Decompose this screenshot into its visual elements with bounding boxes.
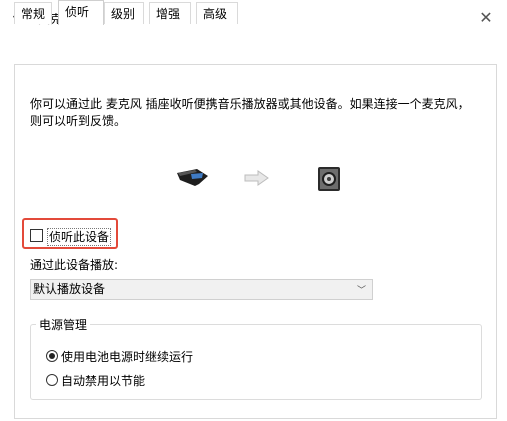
listen-checkbox[interactable]	[30, 229, 43, 242]
tab-label: 侦听	[65, 5, 90, 19]
radio-selected-dot	[49, 353, 55, 359]
tab-label: 高级	[203, 7, 228, 21]
tab-general[interactable]: 常规	[14, 2, 52, 24]
tab-label: 常规	[21, 7, 46, 21]
close-icon: ✕	[479, 8, 493, 27]
listen-description: 你可以通过此 麦克风 插座收听便携音乐播放器或其他设备。如果连接一个麦克风，则可…	[30, 97, 470, 128]
radio-keep-running-label[interactable]: 使用电池电源时继续运行	[61, 348, 193, 365]
tab-advanced[interactable]: 高级	[196, 2, 238, 24]
radio-keep-running[interactable]	[46, 350, 58, 362]
tab-label: 级别	[111, 7, 136, 21]
speaker-device-icon	[318, 167, 340, 191]
tab-enhancements[interactable]: 增强	[149, 2, 191, 24]
microphone-device-icon	[177, 169, 208, 186]
playback-label: 通过此设备播放:	[30, 258, 119, 272]
playback-device-value: 默认播放设备	[33, 282, 106, 296]
tab-label: 增强	[156, 7, 181, 21]
arrow-right-icon	[244, 170, 269, 186]
close-button[interactable]: ✕	[473, 6, 499, 30]
radio-auto-disable[interactable]	[46, 374, 58, 386]
tab-listen[interactable]: 侦听	[58, 0, 104, 25]
tab-levels[interactable]: 级别	[104, 2, 144, 24]
listen-checkbox-label[interactable]: 侦听此设备	[47, 228, 112, 246]
radio-auto-disable-label[interactable]: 自动禁用以节能	[61, 372, 145, 389]
chevron-down-icon: ﹀	[356, 286, 366, 296]
power-management-title: 电源管理	[36, 316, 91, 333]
playback-device-select[interactable]: 默认播放设备 ﹀	[30, 279, 373, 300]
